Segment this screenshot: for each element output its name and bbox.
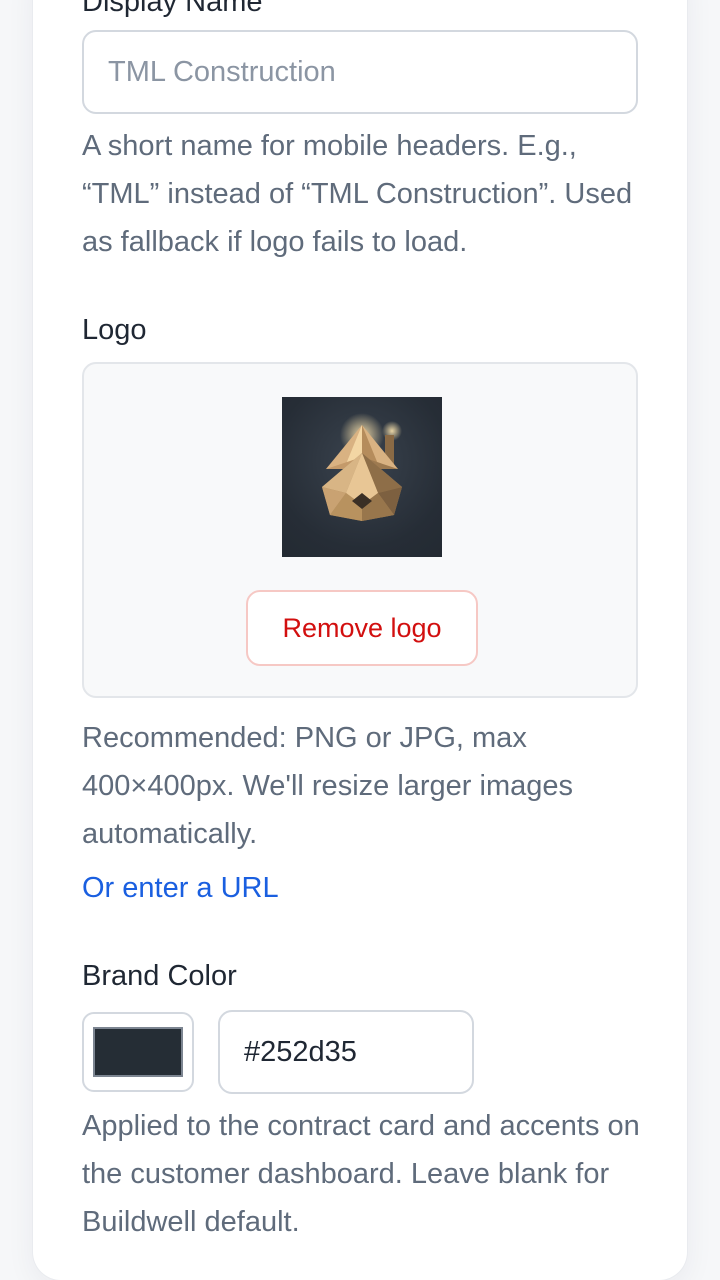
- brand-color-hex-input[interactable]: [218, 1010, 474, 1094]
- brand-color-picker[interactable]: [82, 1012, 194, 1092]
- display-name-input[interactable]: [82, 30, 638, 114]
- house-logo-icon: [282, 397, 442, 557]
- color-swatch: [93, 1027, 183, 1077]
- brand-color-help: Applied to the contract card and accents…: [82, 1110, 640, 1238]
- display-name-label: Display Name: [82, 0, 263, 18]
- logo-help: Recommended: PNG or JPG, max 400×400px. …: [82, 722, 574, 850]
- logo-upload-area[interactable]: Remove logo: [82, 362, 638, 698]
- brand-color-label: Brand Color: [82, 960, 237, 992]
- logo-label: Logo: [82, 314, 147, 346]
- remove-logo-button[interactable]: Remove logo: [246, 590, 478, 666]
- display-name-help: A short name for mobile headers. E.g., “…: [82, 130, 633, 258]
- enter-url-link[interactable]: Or enter a URL: [82, 874, 279, 903]
